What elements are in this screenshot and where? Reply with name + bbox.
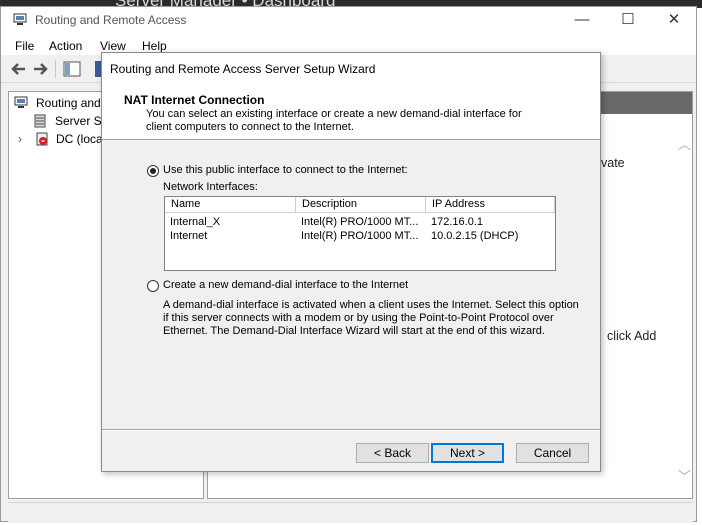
menu-view[interactable]: View	[100, 39, 126, 53]
button-separator	[102, 429, 600, 431]
cell-name: Internal_X	[170, 216, 221, 228]
network-interfaces-label: Network Interfaces:	[163, 181, 258, 193]
public-interface-label[interactable]: Use this public interface to connect to …	[163, 164, 408, 176]
status-bar	[8, 502, 693, 523]
server-stopped-icon	[36, 132, 48, 146]
column-header-name[interactable]: Name	[165, 197, 296, 213]
table-row[interactable]: Internal_X Intel(R) PRO/1000 MT... 172.1…	[165, 215, 555, 229]
menu-action[interactable]: Action	[49, 39, 82, 53]
page-subtitle: You can select an existing interface or …	[146, 108, 522, 133]
table-row[interactable]: Internet Intel(R) PRO/1000 MT... 10.0.2.…	[165, 229, 555, 243]
demand-dial-radio[interactable]	[147, 280, 159, 292]
network-interfaces-table[interactable]: Name Description IP Address Internal_X I…	[164, 196, 556, 271]
menu-file[interactable]: File	[15, 39, 34, 53]
setup-wizard-dialog: Routing and Remote Access Server Setup W…	[101, 52, 601, 472]
maximize-button[interactable]: ☐	[605, 7, 651, 35]
server-status-icon	[34, 114, 46, 128]
window-title: Routing and Remote Access	[35, 13, 187, 27]
details-text-fragment-2: click Add	[607, 329, 657, 343]
cell-description: Intel(R) PRO/1000 MT...	[301, 216, 419, 228]
expand-chevron-icon[interactable]: ›	[18, 132, 22, 146]
cell-ip-address: 172.16.0.1	[431, 216, 483, 228]
menu-help[interactable]: Help	[142, 39, 167, 53]
forward-arrow-icon[interactable]	[32, 61, 50, 77]
back-arrow-icon[interactable]	[9, 61, 27, 77]
title-bar[interactable]: Routing and Remote Access — ☐ ✕	[1, 7, 696, 35]
page-title: NAT Internet Connection	[124, 93, 265, 107]
back-button[interactable]: < Back	[356, 443, 429, 463]
scroll-down-icon[interactable]: ﹀	[678, 466, 691, 485]
close-button[interactable]: ✕	[651, 7, 697, 35]
cell-ip-address: 10.0.2.15 (DHCP)	[431, 230, 519, 242]
next-button[interactable]: Next >	[431, 443, 504, 463]
tree-item-root[interactable]: Routing and	[36, 96, 101, 110]
public-interface-radio[interactable]	[147, 165, 159, 177]
routing-app-icon	[13, 13, 27, 25]
routing-root-icon	[14, 96, 28, 108]
demand-dial-label[interactable]: Create a new demand-dial interface to th…	[163, 279, 408, 291]
wizard-title: Routing and Remote Access Server Setup W…	[110, 62, 376, 76]
cell-name: Internet	[170, 230, 208, 242]
column-header-description[interactable]: Description	[296, 197, 426, 213]
scroll-up-icon[interactable]: ︿	[678, 134, 691, 153]
demand-dial-description: A demand-dial interface is activated whe…	[163, 299, 579, 337]
toolbar-separator	[55, 60, 56, 78]
details-text-fragment-1: vate	[601, 156, 625, 170]
tree-item-dc[interactable]: DC (local	[56, 132, 105, 146]
cancel-button[interactable]: Cancel	[516, 443, 589, 463]
wizard-header: NAT Internet Connection You can select a…	[102, 83, 600, 140]
minimize-button[interactable]: —	[559, 7, 605, 35]
wizard-title-bar[interactable]: Routing and Remote Access Server Setup W…	[102, 53, 600, 83]
show-hide-console-tree-icon[interactable]	[63, 61, 81, 77]
cell-description: Intel(R) PRO/1000 MT...	[301, 230, 419, 242]
column-header-ip-address[interactable]: IP Address	[426, 197, 555, 213]
